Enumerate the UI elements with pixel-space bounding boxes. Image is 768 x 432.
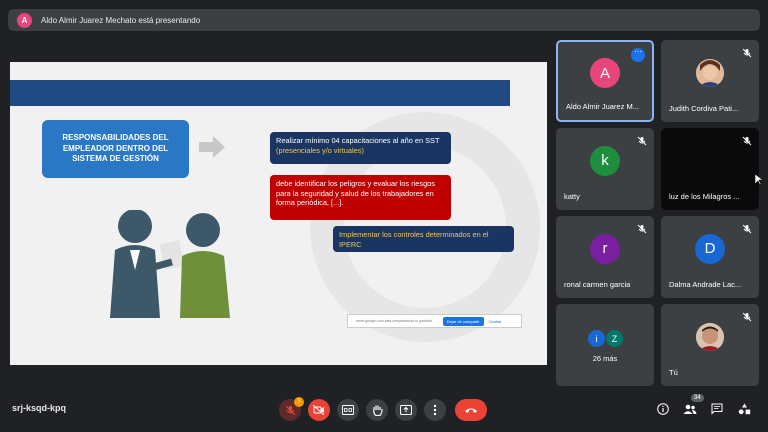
mic-warning-badge: ! (294, 397, 304, 407)
avatar: i (588, 330, 605, 347)
avatar: k (590, 145, 620, 176)
training-text: Realizar mínimo 04 capacitaciones al año… (276, 136, 440, 145)
chat-icon (711, 403, 723, 415)
responsibility-title: RESPONSABILIDADES DEL EMPLEADOR DENTRO D… (42, 120, 189, 178)
leave-call-button[interactable] (455, 399, 487, 421)
presenter-avatar: A (17, 12, 32, 28)
participant-tile[interactable]: r ronal carmen garcia (556, 216, 654, 298)
avatar: A (590, 58, 620, 89)
mic-off-icon (742, 224, 752, 234)
hazards-box: debe identificar los peligros y evaluar … (270, 175, 451, 220)
arrow-right-icon (199, 136, 225, 158)
present-screen-button[interactable] (395, 399, 417, 421)
raise-hand-button[interactable] (366, 399, 388, 421)
more-vert-icon (433, 404, 437, 416)
mic-off-icon (742, 48, 752, 58)
presenting-text: Aldo Almir Juarez Mechato está presentan… (41, 15, 201, 25)
more-options-icon[interactable]: ⋯ (631, 48, 645, 62)
self-photo (696, 322, 724, 351)
participant-name: Aldo Almir Juarez M... (566, 102, 639, 111)
share-notice-text: meet.google.com está compartiendo tu pan… (356, 319, 433, 323)
activities-icon (738, 403, 750, 415)
participant-name: ronal carmen garcia (564, 280, 631, 289)
stop-sharing-button[interactable]: Dejar de compartir (442, 316, 484, 326)
people-button[interactable] (682, 401, 698, 417)
hand-icon (372, 405, 383, 416)
mic-off-icon (742, 136, 752, 146)
people-icon (683, 404, 697, 414)
hide-notice-link[interactable]: Ocultar (489, 319, 502, 324)
participant-name: katty (564, 192, 580, 201)
slide-header-banner (10, 80, 510, 106)
two-people-illustration (110, 210, 230, 318)
training-box: Realizar mínimo 04 capacitaciones al año… (270, 132, 451, 164)
mic-off-icon (742, 312, 752, 322)
mic-off-icon (637, 136, 647, 146)
training-highlight: (presenciales y/o virtuales) (276, 145, 364, 155)
mouse-cursor-icon (755, 174, 763, 186)
chat-button[interactable] (709, 401, 725, 417)
self-tile[interactable]: Tú (661, 304, 759, 386)
more-participants-tile[interactable]: i Z 26 más (556, 304, 654, 386)
mic-off-icon (637, 224, 647, 234)
meeting-details-button[interactable] (655, 401, 671, 417)
controls-box: Implementar los controles determinados e… (333, 226, 514, 252)
presenting-banner: A Aldo Almir Juarez Mechato está present… (8, 9, 760, 31)
avatar: D (695, 233, 725, 264)
camera-off-icon (313, 405, 325, 415)
activities-button[interactable] (736, 401, 752, 417)
present-screen-icon (400, 405, 412, 415)
participant-tile[interactable]: luz de los Milagros ... (661, 128, 759, 210)
avatar: Z (606, 330, 623, 347)
people-count-badge: 34 (691, 394, 704, 402)
participant-photo (696, 58, 724, 87)
mic-off-icon (285, 405, 295, 415)
participant-name: Judith Cordiva Pati... (669, 104, 739, 113)
participant-tile[interactable]: D Dalma Andrade Lac... (661, 216, 759, 298)
participant-name: luz de los Milagros ... (669, 192, 740, 201)
more-participants-count: 26 más (592, 354, 618, 363)
avatar: r (590, 233, 620, 264)
captions-icon (342, 405, 354, 415)
camera-toggle-button[interactable] (308, 399, 330, 421)
participant-tile[interactable]: Judith Cordiva Pati... (661, 40, 759, 122)
participant-name: Dalma Andrade Lac... (669, 280, 742, 289)
participant-tile[interactable]: k katty (556, 128, 654, 210)
info-icon (657, 403, 669, 415)
more-options-button[interactable] (424, 399, 446, 421)
captions-button[interactable] (337, 399, 359, 421)
participant-name: Tú (669, 368, 678, 377)
participant-tile[interactable]: A ⋯ Aldo Almir Juarez M... (556, 40, 654, 122)
shared-screen: RESPONSABILIDADES DEL EMPLEADOR DENTRO D… (10, 62, 547, 365)
meeting-code: srj-ksqd-kpq (12, 403, 67, 413)
hang-up-icon (465, 408, 477, 413)
screen-share-notice: meet.google.com está compartiendo tu pan… (347, 314, 522, 328)
